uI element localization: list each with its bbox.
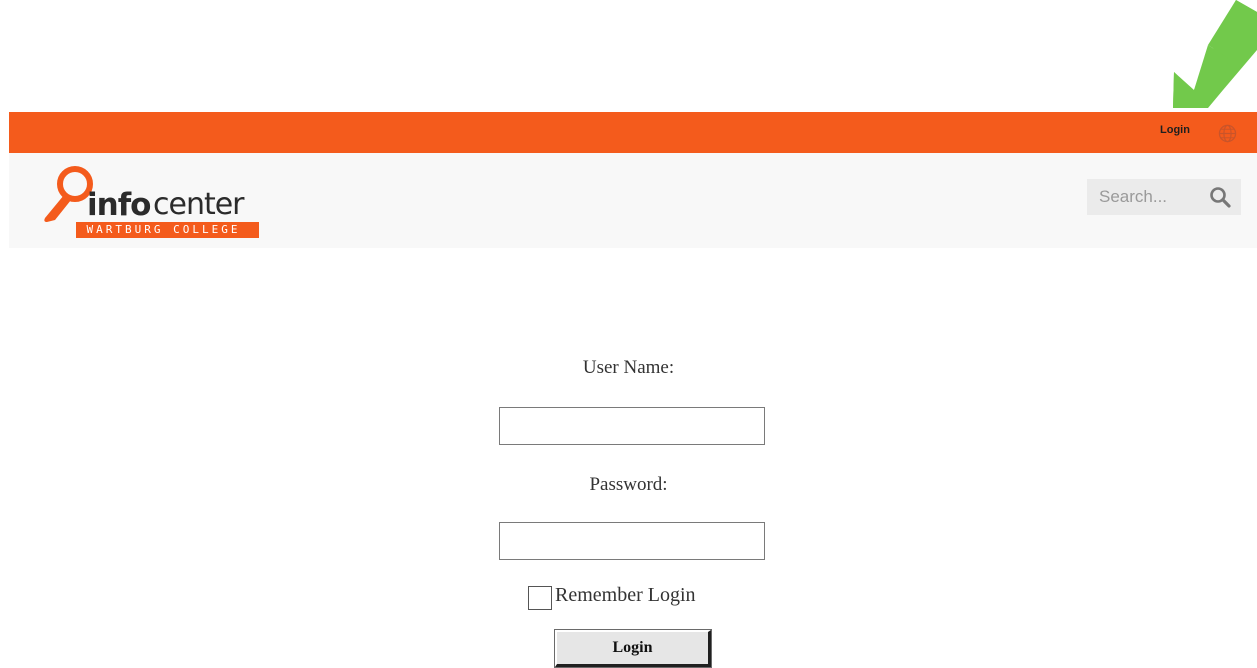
login-button[interactable]: Login (554, 629, 712, 668)
username-field[interactable] (499, 407, 765, 445)
password-label: Password: (589, 474, 668, 495)
remember-login-label[interactable]: Remember Login (555, 584, 696, 607)
password-field[interactable] (499, 522, 765, 560)
remember-login-checkbox[interactable] (528, 586, 552, 610)
username-label: User Name: (582, 357, 675, 378)
login-form: User Name: Password: Remember Login Logi… (0, 0, 1257, 668)
